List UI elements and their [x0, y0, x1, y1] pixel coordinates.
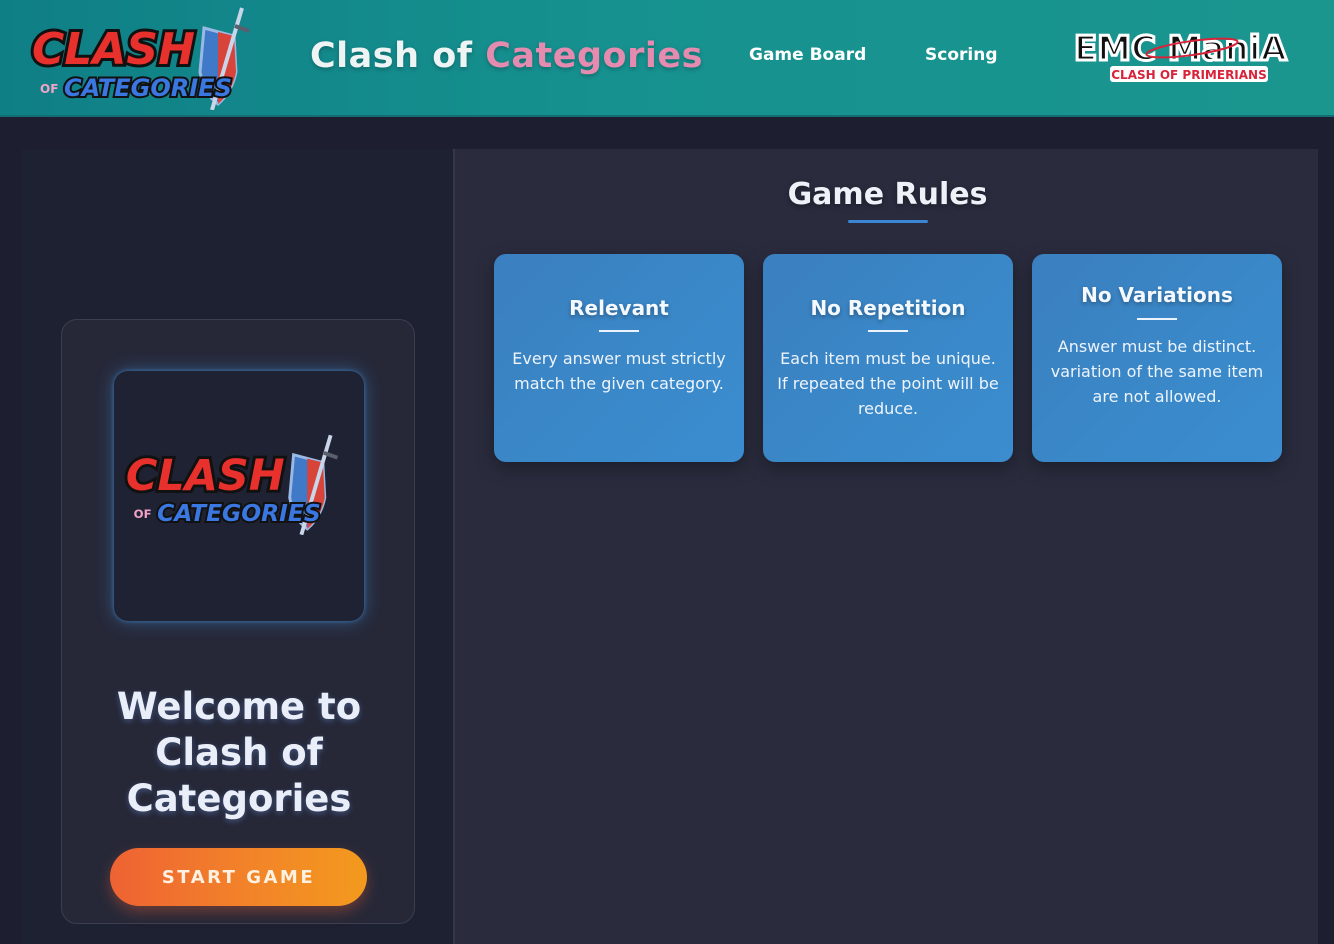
svg-text:OF: OF: [40, 82, 58, 96]
welcome-card: CLASH CLASH OF CATEGORIES CATEGORIES Wel…: [61, 319, 415, 924]
nav-scoring[interactable]: Scoring: [925, 45, 997, 65]
rule-name: Relevant: [569, 296, 669, 320]
rules-title: Game Rules: [787, 177, 988, 212]
emc-mania-logo: EMC ManiA CLASH OF PRIMERIANS: [1073, 28, 1289, 82]
rule-name: No Variations: [1081, 283, 1233, 307]
svg-text:CLASH: CLASH: [126, 451, 285, 501]
rule-card-relevant: Relevant Every answer must strictly matc…: [494, 254, 744, 462]
welcome-title: Welcome to Clash of Categories: [116, 685, 362, 820]
svg-text:CATEGORIES: CATEGORIES: [157, 499, 321, 527]
start-game-button[interactable]: START GAME: [110, 848, 367, 906]
app-title-part1: Clash of: [310, 36, 486, 76]
nav-game-board[interactable]: Game Board: [749, 45, 866, 65]
svg-text:OF: OF: [134, 507, 152, 521]
svg-text:CATEGORIES: CATEGORIES: [64, 74, 232, 102]
logo-tile: CLASH CLASH OF CATEGORIES CATEGORIES: [114, 371, 364, 621]
game-rules-panel: Game Rules Relevant Every answer must st…: [453, 149, 1318, 944]
rule-divider: [1137, 318, 1177, 320]
rule-description: Every answer must strictly match the giv…: [512, 349, 726, 393]
rule-description: Each item must be unique. If repeated th…: [777, 349, 999, 418]
rule-divider: [599, 330, 639, 332]
rule-card-no-variations: No Variations Answer must be distinct. v…: [1032, 254, 1282, 462]
rule-name: No Repetition: [810, 296, 966, 320]
clash-of-categories-logo[interactable]: CLASH CLASH OF CATEGORIES CATEGORIES: [28, 6, 268, 110]
svg-text:CLASH OF PRIMERIANS: CLASH OF PRIMERIANS: [1111, 68, 1267, 82]
app-title: Clash of Categories: [310, 36, 703, 76]
rule-card-no-repetition: No Repetition Each item must be unique. …: [763, 254, 1013, 462]
svg-text:EMC ManiA: EMC ManiA: [1074, 29, 1287, 69]
app-title-part2: Categories: [485, 36, 703, 76]
svg-text:CLASH: CLASH: [32, 24, 195, 75]
rule-description: Answer must be distinct. variation of th…: [1050, 337, 1264, 406]
rule-divider: [868, 330, 908, 332]
clash-of-categories-logo-large: CLASH CLASH OF CATEGORIES CATEGORIES: [123, 434, 339, 535]
rules-title-underline: [848, 220, 928, 223]
top-navigation-bar: CLASH CLASH OF CATEGORIES CATEGORIES Cla…: [0, 0, 1334, 117]
